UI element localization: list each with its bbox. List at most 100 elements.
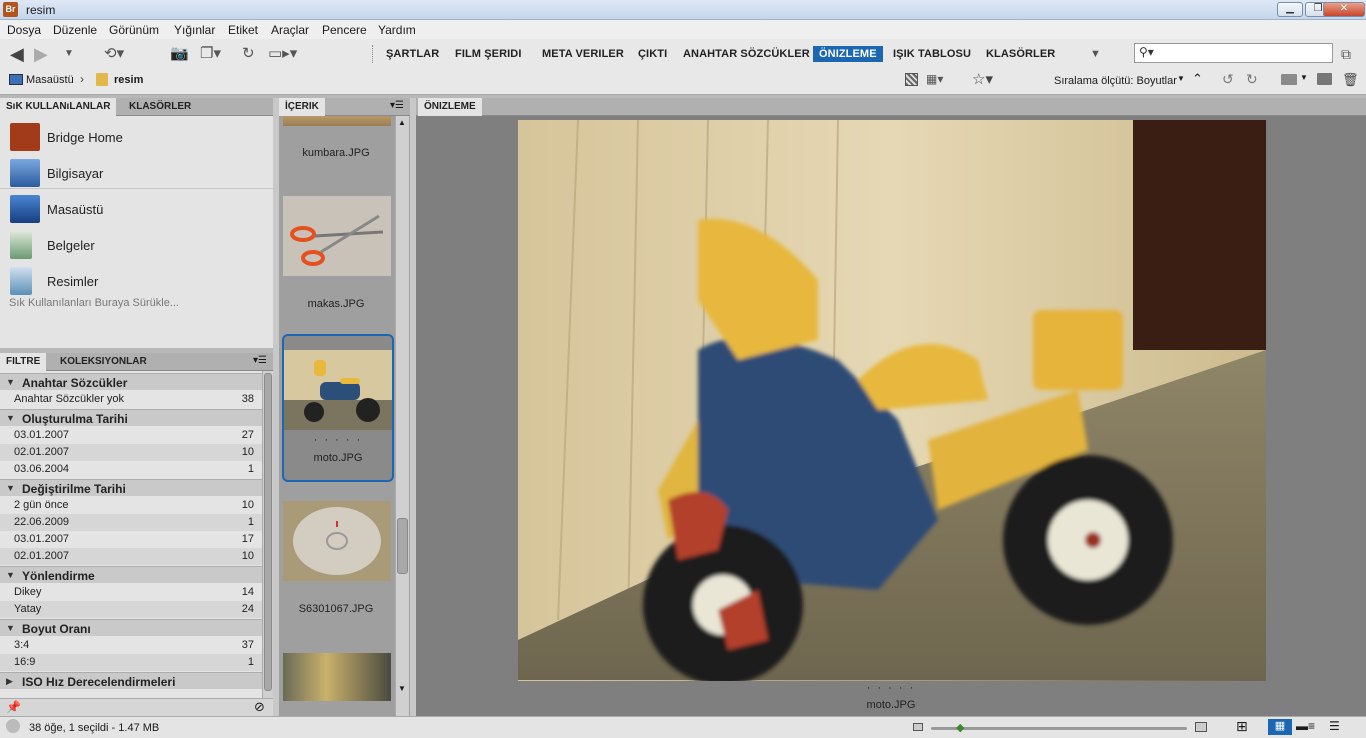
sort-dropdown-icon[interactable]: ▼ bbox=[1177, 74, 1185, 83]
workspace-film-seridi[interactable]: FILM ŞERIDI bbox=[449, 46, 528, 62]
workspace-more-icon[interactable]: ▼ bbox=[1090, 44, 1101, 64]
expanded-triangle-icon[interactable]: ▼ bbox=[6, 483, 15, 493]
menu-dosya[interactable]: Dosya bbox=[7, 23, 41, 37]
rating-stars[interactable]: · · · · · bbox=[284, 434, 392, 446]
tab-content[interactable]: İÇERIK bbox=[279, 98, 325, 116]
menu-yiginlar[interactable]: Yığınlar bbox=[174, 23, 215, 37]
sort-direction-icon[interactable]: ⌃ bbox=[1192, 71, 1203, 87]
filter-row[interactable]: 22.06.2009 1 bbox=[0, 514, 262, 531]
filter-scrollbar[interactable] bbox=[262, 371, 273, 698]
preview-image[interactable] bbox=[518, 120, 1266, 681]
expanded-triangle-icon[interactable]: ▼ bbox=[6, 413, 15, 423]
content-scroll-thumb[interactable] bbox=[397, 518, 408, 574]
refine-icon[interactable]: ❐▾ bbox=[200, 44, 221, 64]
filter-group-header[interactable]: ▶ ISO Hız Derecelendirmeleri bbox=[0, 672, 262, 689]
breadcrumb-resim[interactable]: resim bbox=[114, 74, 143, 86]
filter-row[interactable]: 03.01.2007 27 bbox=[0, 427, 262, 444]
thumbnail-moto[interactable]: · · · · · moto.JPG bbox=[282, 334, 394, 482]
filter-group-header[interactable]: ▼ Anahtar Sözcükler bbox=[0, 373, 262, 390]
menu-pencere[interactable]: Pencere bbox=[322, 23, 367, 37]
favorite-belgeler[interactable]: Belgeler bbox=[10, 228, 260, 260]
favorite-bilgisayar[interactable]: Bilgisayar bbox=[10, 156, 260, 188]
collapsed-triangle-icon[interactable]: ▶ bbox=[6, 676, 13, 687]
trash-icon[interactable]: 🗑 bbox=[1342, 72, 1359, 88]
filter-row[interactable]: 02.01.2007 10 bbox=[0, 444, 262, 461]
pin-icon[interactable]: 📌 bbox=[6, 700, 21, 714]
zoom-out-icon[interactable] bbox=[913, 723, 923, 731]
open-recent-folder-icon[interactable] bbox=[1281, 74, 1297, 85]
workspace-isik-tablosu[interactable]: IŞIK TABLOSU bbox=[887, 46, 977, 62]
close-button[interactable]: ✕ bbox=[1323, 2, 1365, 17]
content-menu-icon[interactable]: ▾☰ bbox=[390, 100, 404, 111]
sort-label[interactable]: Sıralama ölçütü: Boyutlar bbox=[1054, 75, 1177, 87]
thumbnail-kumbara[interactable]: kumbara.JPG bbox=[282, 116, 394, 170]
favorite-bridge-home[interactable]: Bridge Home bbox=[10, 120, 260, 152]
filter-row[interactable]: 03.06.2004 1 bbox=[0, 461, 262, 478]
recent-folders-icon[interactable]: ⟲▾ bbox=[104, 44, 124, 64]
menu-araclar[interactable]: Araçlar bbox=[271, 23, 309, 37]
tab-preview[interactable]: ÖNIZLEME bbox=[418, 98, 482, 116]
breadcrumb-masaustu[interactable]: Masaüstü bbox=[26, 74, 74, 86]
camera-download-icon[interactable]: 📷 bbox=[170, 44, 189, 64]
filter-row[interactable]: 2 gün önce 10 bbox=[0, 497, 262, 514]
open-in-icon[interactable]: ▭▸▾ bbox=[268, 44, 297, 64]
filter-group-header[interactable]: ▼ Oluşturulma Tarihi bbox=[0, 409, 262, 426]
tab-filter[interactable]: FILTRE bbox=[0, 353, 47, 371]
thumbnail-next[interactable] bbox=[282, 645, 394, 701]
view-mode-icon[interactable]: ▦▾ bbox=[926, 72, 943, 86]
zoom-slider[interactable] bbox=[931, 727, 1187, 730]
content-scrollbar[interactable]: ▲ ▼ bbox=[395, 116, 409, 716]
thumbnail-makas[interactable]: makas.JPG bbox=[282, 186, 394, 334]
filter-row[interactable]: 02.01.2007 10 bbox=[0, 548, 262, 565]
thumbnail-quality-icon[interactable] bbox=[905, 73, 918, 86]
workspace-cikti[interactable]: ÇIKTI bbox=[632, 46, 673, 62]
zoom-in-icon[interactable] bbox=[1195, 722, 1207, 732]
thumbnail-view-icon[interactable]: ▦ bbox=[1268, 719, 1292, 735]
expanded-triangle-icon[interactable]: ▼ bbox=[6, 623, 15, 633]
scroll-up-icon[interactable]: ▲ bbox=[398, 118, 406, 127]
panel-menu-icon[interactable]: ▾☰ bbox=[253, 355, 267, 366]
workspace-klasorler[interactable]: KLASÖRLER bbox=[980, 46, 1061, 62]
workspace-onizleme[interactable]: ÖNIZLEME bbox=[813, 46, 883, 62]
filter-row[interactable]: 03.01.2007 17 bbox=[0, 531, 262, 548]
workspace-anahtar-sozcukler[interactable]: ANAHTAR SÖZCÜKLER bbox=[677, 46, 816, 62]
filter-row[interactable]: Anahtar Sözcükler yok 38 bbox=[0, 391, 262, 408]
star-filter-icon[interactable]: ☆▾ bbox=[972, 70, 993, 88]
workspace-sartlar[interactable]: ŞARTLAR bbox=[380, 46, 445, 62]
menu-duzenle[interactable]: Düzenle bbox=[53, 23, 97, 37]
preview-rating-stars[interactable]: · · · · · bbox=[841, 682, 941, 694]
favorite-resimler[interactable]: Resimler bbox=[10, 264, 260, 296]
clear-filter-icon[interactable]: ⊘ bbox=[254, 699, 265, 715]
filter-row[interactable]: Yatay 24 bbox=[0, 601, 262, 618]
thumbnail-s6301067[interactable]: S6301067.JPG bbox=[282, 491, 394, 639]
expanded-triangle-icon[interactable]: ▼ bbox=[6, 377, 15, 387]
tab-folders[interactable]: KLASÖRLER bbox=[123, 98, 197, 116]
rotate-icon[interactable]: ↻ bbox=[242, 44, 255, 64]
filter-scroll-thumb[interactable] bbox=[264, 373, 272, 691]
filter-row[interactable]: 3:4 37 bbox=[0, 637, 262, 654]
tab-collections[interactable]: KOLEKSIYONLAR bbox=[54, 353, 153, 371]
history-dropdown-icon[interactable]: ▼ bbox=[64, 44, 74, 64]
filter-row[interactable]: Dikey 14 bbox=[0, 584, 262, 601]
back-icon[interactable]: ◀ bbox=[10, 44, 24, 64]
tab-favorites[interactable]: SıK KULLANıLANLAR bbox=[0, 98, 117, 116]
recent-folder-dropdown-icon[interactable]: ▼ bbox=[1300, 73, 1308, 82]
rotate-left-icon[interactable]: ↺ bbox=[1222, 71, 1234, 88]
compact-mode-icon[interactable]: ⧉ bbox=[1341, 44, 1351, 64]
new-folder-icon[interactable] bbox=[1317, 73, 1332, 85]
workspace-meta-veriler[interactable]: META VERILER bbox=[536, 46, 630, 62]
expanded-triangle-icon[interactable]: ▼ bbox=[6, 570, 15, 580]
filter-group-header[interactable]: ▼ Değiştirilme Tarihi bbox=[0, 479, 262, 496]
forward-icon[interactable]: ▶ bbox=[34, 44, 48, 64]
filter-group-header[interactable]: ▼ Yönlendirme bbox=[0, 566, 262, 583]
menu-gorunum[interactable]: Görünüm bbox=[109, 23, 159, 37]
list-view-icon[interactable]: ☰ bbox=[1329, 719, 1340, 733]
breadcrumb-separator-icon[interactable]: › bbox=[80, 72, 84, 86]
filter-row[interactable]: 16:9 1 bbox=[0, 654, 262, 671]
rotate-right-icon[interactable]: ↻ bbox=[1246, 71, 1258, 88]
minimize-button[interactable]: ▁ bbox=[1277, 2, 1303, 17]
menu-etiket[interactable]: Etiket bbox=[228, 23, 258, 37]
zoom-slider-thumb[interactable]: ◆ bbox=[956, 721, 964, 734]
details-view-icon[interactable]: ▬≡ bbox=[1296, 719, 1315, 733]
scroll-down-icon[interactable]: ▼ bbox=[398, 684, 406, 693]
